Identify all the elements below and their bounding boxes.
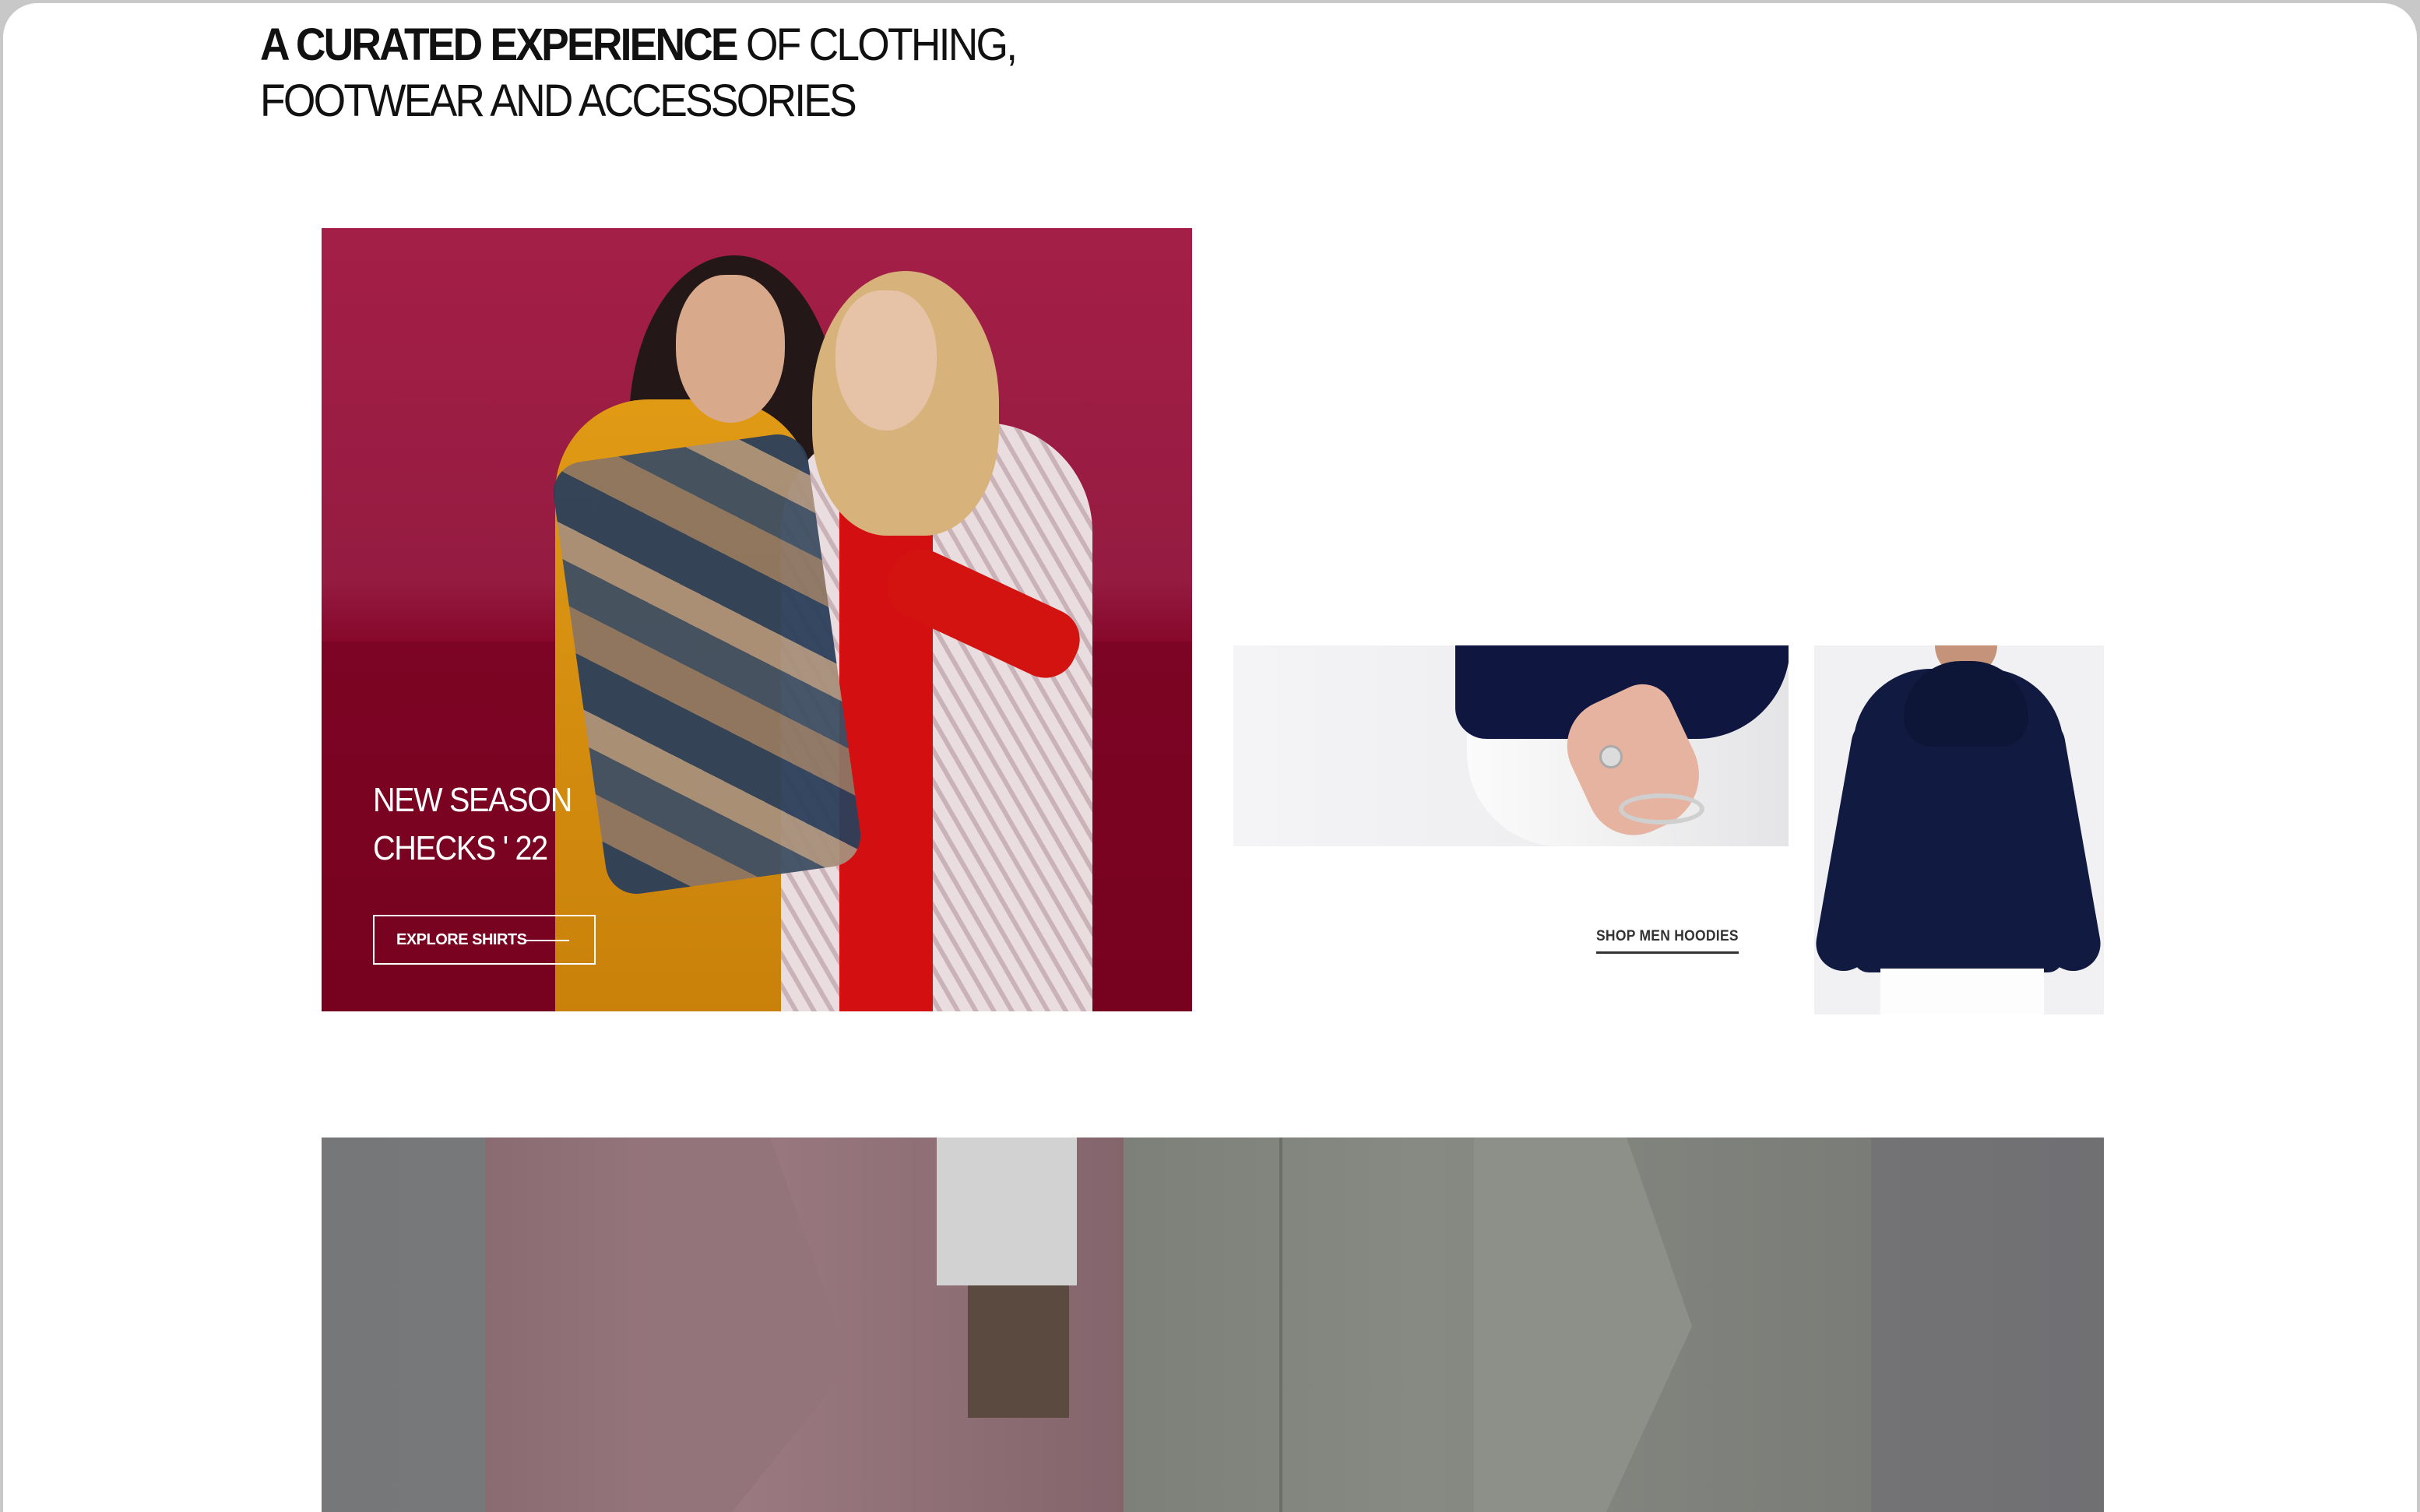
midriff [968, 1285, 1069, 1418]
bracelet [1619, 793, 1704, 825]
explore-shirts-label: EXPLORE SHIRTS [396, 930, 527, 948]
hero-title: NEW SEASON CHECKS ' 22 [373, 781, 572, 867]
blazer-seam [1279, 1138, 1282, 1512]
headline-rest: OF CLOTHING, [736, 19, 1018, 70]
white-top [937, 1138, 1077, 1285]
hoodie-detail-image[interactable] [1233, 645, 1789, 846]
hero-card[interactable]: NEW SEASON CHECKS ' 22 EXPLORE SHIRTS [322, 228, 1192, 1011]
page-headline: A CURATED EXPERIENCE OF CLOTHING, FOOTWE… [260, 17, 1018, 129]
shop-men-hoodies-link[interactable]: SHOP MEN HOODIES [1596, 928, 1739, 954]
page-viewport: A CURATED EXPERIENCE OF CLOTHING, FOOTWE… [3, 3, 2417, 1512]
blazer-banner-image[interactable] [322, 1138, 2104, 1512]
headline-bold: A CURATED EXPERIENCE [260, 19, 739, 70]
headline-line2: FOOTWEAR AND ACCESSORIES [260, 76, 857, 126]
arrow-line-icon [524, 940, 569, 941]
model-1-face [676, 275, 785, 423]
explore-shirts-button[interactable]: EXPLORE SHIRTS [373, 915, 596, 965]
hoodie-product-image[interactable] [1814, 645, 2104, 1014]
model-2-face [835, 290, 937, 431]
browser-frame: A CURATED EXPERIENCE OF CLOTHING, FOOTWE… [0, 0, 2420, 1512]
ring [1599, 745, 1623, 768]
model-pants [1880, 969, 2044, 1014]
